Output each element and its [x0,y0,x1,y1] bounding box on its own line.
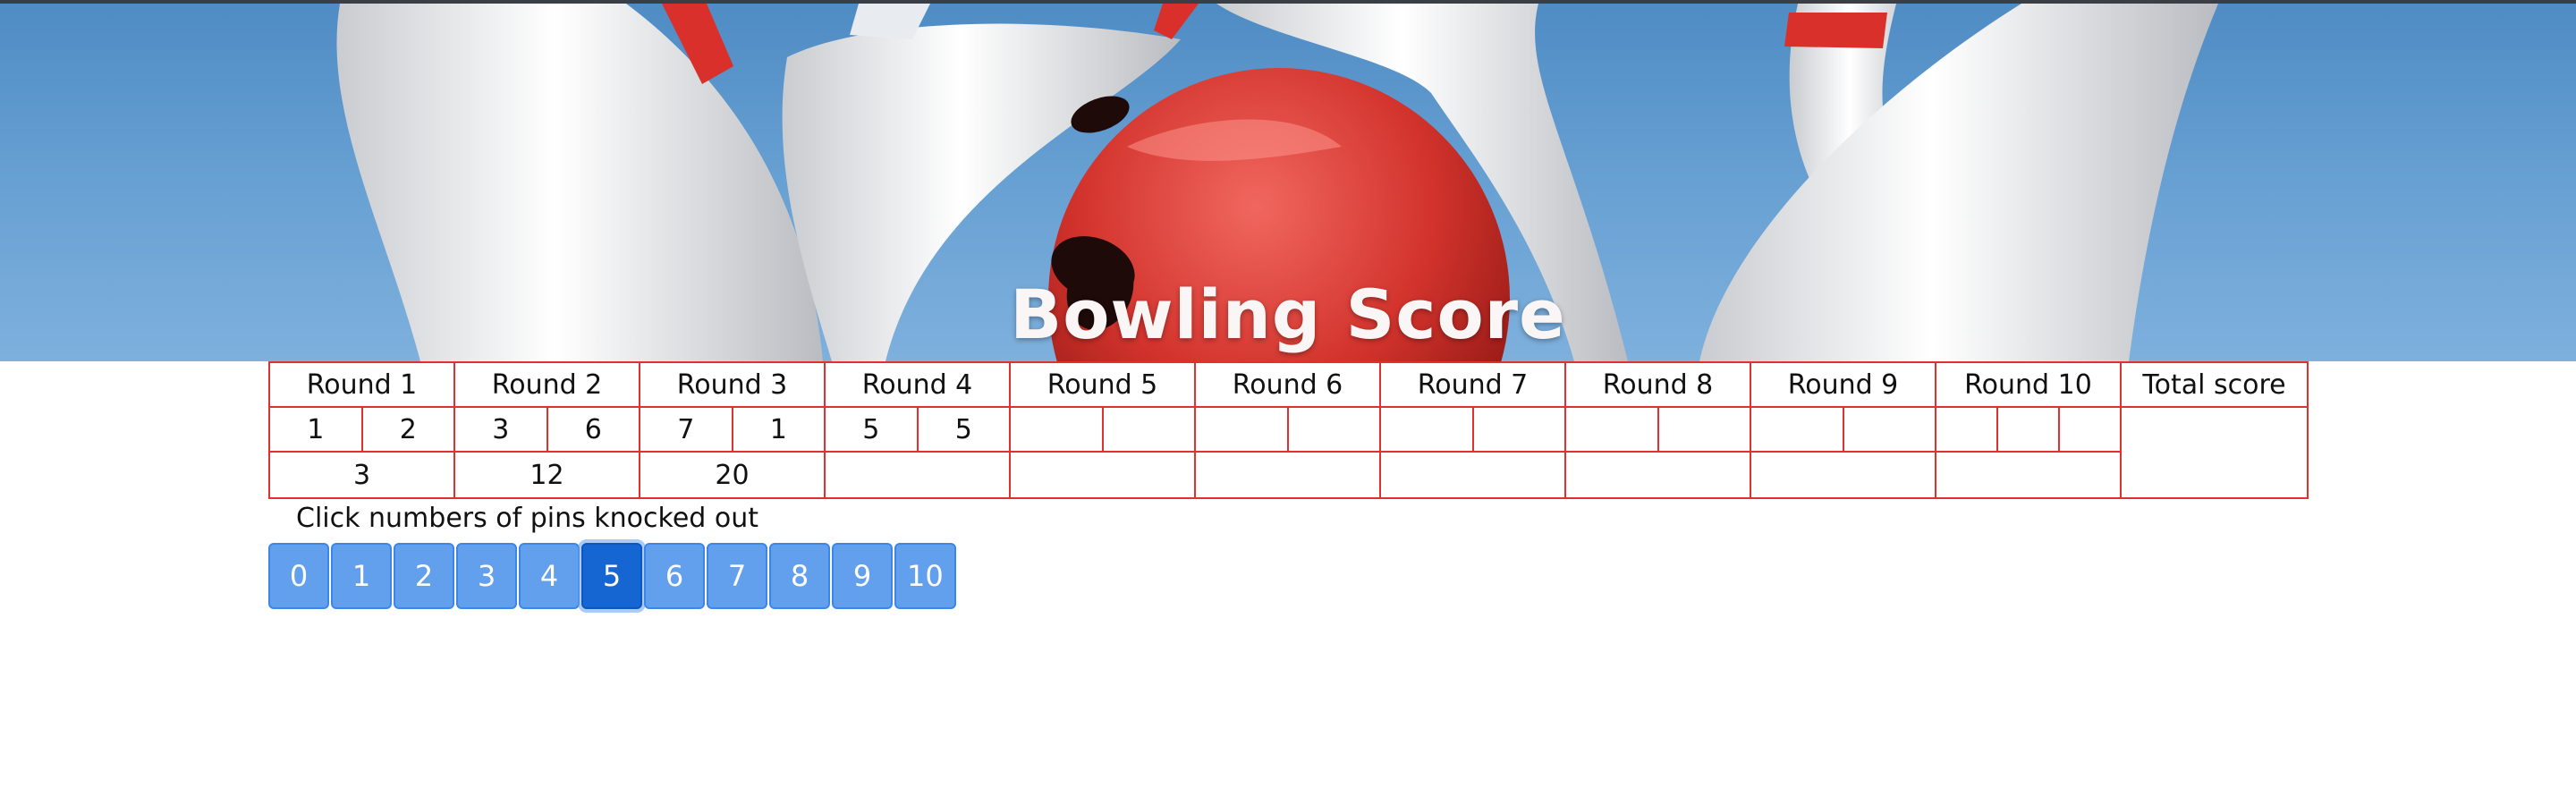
throw-cell: 5 [916,408,1010,451]
round-throws [1379,406,1566,453]
throw-cell [2058,408,2120,451]
pins-9-button[interactable]: 9 [832,543,893,609]
round-total [1194,451,1381,499]
round-header: Round 5 [1009,361,1196,408]
round-total: 3 [268,451,455,499]
throw-cell [1196,408,1287,451]
header-banner: Bowling Score [0,4,2576,361]
pins-0-button[interactable]: 0 [268,543,329,609]
total-score-header: Total score [2120,361,2309,408]
score-table: Round 1 Round 2 Round 3 Round 4 Round 5 … [268,361,2309,499]
round-header: Round 1 [268,361,455,408]
round-total: 12 [453,451,640,499]
round-throws: 55 [824,406,1011,453]
pins-6-button[interactable]: 6 [644,543,705,609]
round-total-row: 3 12 20 [268,451,2308,499]
round-header: Round 2 [453,361,640,408]
throw-cell [1566,408,1657,451]
throw-cell [1286,408,1380,451]
pins-4-button[interactable]: 4 [519,543,580,609]
round-header: Round 10 [1935,361,2122,408]
total-score-cell [2120,406,2309,499]
round-total [1935,451,2122,499]
round-header: Round 6 [1194,361,1381,408]
round-total [1564,451,1751,499]
round-throws: 71 [639,406,826,453]
pins-3-button[interactable]: 3 [456,543,517,609]
round-total [1750,451,1936,499]
throw-cell: 1 [731,408,825,451]
pin-button-group: 0 1 2 3 4 5 6 7 8 9 10 [268,543,956,609]
throw-cell: 3 [492,413,510,445]
round-total [1009,451,1196,499]
round-throws [1564,406,1751,453]
round-total: 20 [639,451,826,499]
round-header: Round 8 [1564,361,1751,408]
round-header: Round 9 [1750,361,1936,408]
throw-cell [1657,408,1750,451]
pins-7-button[interactable]: 7 [707,543,767,609]
page-title: Bowling Score [1010,275,1566,354]
throw-cell [1381,408,1472,451]
pins-2-button[interactable]: 2 [394,543,454,609]
throw-cell: 5 [862,413,880,445]
round-throws [1750,406,1936,453]
round-throws: 12 [268,406,455,453]
pins-1-button[interactable]: 1 [331,543,392,609]
round-throws [1194,406,1381,453]
round-throws: 36 [453,406,640,453]
pins-5-button[interactable]: 5 [581,543,642,609]
round-header: Round 4 [824,361,1011,408]
round-header-row: Round 1 Round 2 Round 3 Round 4 Round 5 … [268,361,2309,408]
throw-cell [1996,408,2058,451]
round-total [1379,451,1566,499]
throw-cell: 1 [307,413,325,445]
throw-cell: 6 [546,408,640,451]
throw-cell [1751,408,1843,451]
throw-cell: 7 [677,413,695,445]
throw-cell [1011,408,1102,451]
pin-prompt: Click numbers of pins knocked out [296,503,758,534]
throw-cell: 2 [360,408,454,451]
throw-cell [1471,408,1565,451]
round-header: Round 7 [1379,361,1566,408]
throw-cell [1842,408,1936,451]
round-header: Round 3 [639,361,826,408]
throws-row: 12 36 71 55 [268,406,2309,499]
pins-10-button[interactable]: 10 [894,543,956,609]
round-throws [1935,406,2122,453]
throw-cell [1101,408,1195,451]
round-throws [1009,406,1196,453]
round-total [824,451,1011,499]
throw-cell [1936,408,1996,451]
pins-8-button[interactable]: 8 [769,543,830,609]
